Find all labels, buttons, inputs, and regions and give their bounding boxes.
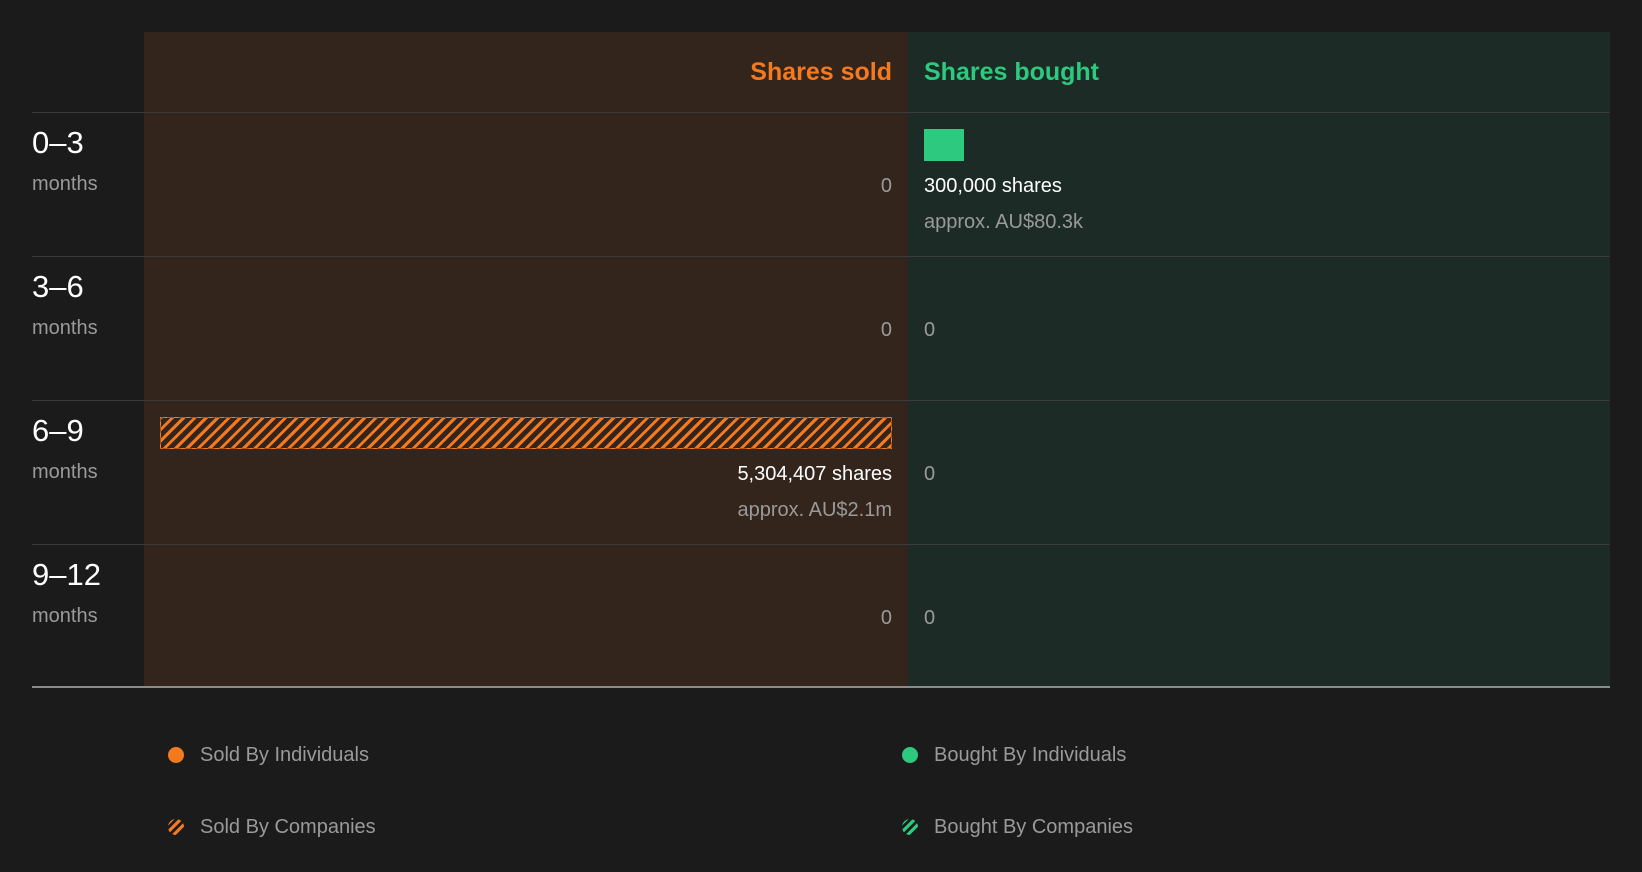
period-range-label: 0–3 xyxy=(32,125,84,160)
period-row: 3–6 months 0 0 xyxy=(32,257,1610,401)
orange-hatched-dot-icon xyxy=(168,819,184,835)
green-hatched-dot-icon xyxy=(902,819,918,835)
sold-shares-value: 5,304,407 shares xyxy=(737,463,892,485)
bought-cell: 0 xyxy=(908,545,1610,689)
legend-label: Sold By Companies xyxy=(200,816,376,838)
legend-label: Bought By Companies xyxy=(934,816,1134,838)
period-range-label: 9–12 xyxy=(32,557,101,592)
period-range-label: 6–9 xyxy=(32,413,84,448)
sold-by-companies-bar[interactable] xyxy=(160,417,892,449)
bought-zero-value: 0 xyxy=(924,463,936,485)
legend-label: Sold By Individuals xyxy=(200,744,369,766)
chart-baseline xyxy=(32,686,1610,688)
shares-sold-header: Shares sold xyxy=(750,58,892,86)
sold-zero-value: 0 xyxy=(880,175,892,197)
bought-cell: 0 xyxy=(908,401,1610,545)
legend-label: Bought By Individuals xyxy=(934,744,1127,766)
bought-approx-value: approx. AU$80.3k xyxy=(924,211,1083,233)
period-unit-label: months xyxy=(32,173,98,195)
sold-cell: 5,304,407 shares approx. AU$2.1m xyxy=(144,401,908,545)
sold-cell: 0 xyxy=(144,113,908,257)
period-range-label: 3–6 xyxy=(32,269,84,304)
bought-cell: 0 xyxy=(908,257,1610,401)
period-unit-label: months xyxy=(32,605,98,627)
green-dot-icon xyxy=(902,747,918,763)
sold-zero-value: 0 xyxy=(880,319,892,341)
period-row: 6–9 months 5,304,407 shares approx. AU$2.1m… xyxy=(32,401,1610,545)
shares-bought-header: Shares bought xyxy=(924,58,1100,86)
sold-cell: 0 xyxy=(144,257,908,401)
bought-shares-value: 300,000 shares xyxy=(924,175,1062,197)
sold-approx-value: approx. AU$2.1m xyxy=(737,499,892,521)
bought-zero-value: 0 xyxy=(924,607,936,629)
period-row: 0–3 months 0 300,000 shares approx. AU$80.3k xyxy=(32,113,1610,257)
period-row: 9–12 months 0 0 xyxy=(32,545,1610,689)
insider-trading-chart: Shares sold Shares bought 0–3 months 0 300,… xyxy=(32,32,1610,688)
sold-zero-value: 0 xyxy=(880,607,892,629)
bought-cell: 300,000 shares approx. AU$80.3k xyxy=(908,113,1610,257)
bought-by-individuals-bar[interactable] xyxy=(924,129,964,161)
period-unit-label: months xyxy=(32,461,98,483)
bought-zero-value: 0 xyxy=(924,319,936,341)
sold-cell: 0 xyxy=(144,545,908,689)
orange-dot-icon xyxy=(168,747,184,763)
period-unit-label: months xyxy=(32,317,98,339)
